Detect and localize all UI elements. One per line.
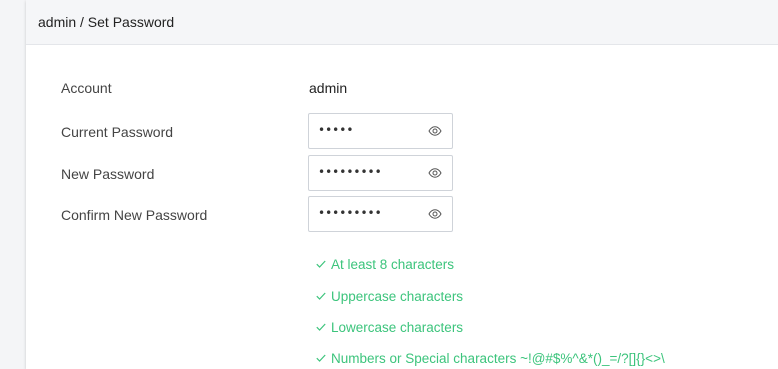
- rule-uppercase: Uppercase characters: [316, 289, 463, 304]
- current-password-field[interactable]: •••••: [308, 113, 453, 149]
- current-password-value: •••••: [318, 123, 354, 137]
- check-icon: [316, 292, 326, 300]
- confirm-password-label: Confirm New Password: [61, 207, 208, 223]
- new-password-label: New Password: [61, 166, 155, 182]
- check-icon: [316, 260, 326, 268]
- rule-text: Uppercase characters: [331, 289, 464, 304]
- check-icon: [316, 323, 326, 331]
- eye-icon[interactable]: [428, 168, 442, 178]
- eye-icon[interactable]: [428, 126, 442, 136]
- panel-header: admin / Set Password: [26, 0, 778, 45]
- set-password-panel: admin / Set Password Account admin Curre…: [26, 0, 778, 369]
- account-label: Account: [61, 80, 112, 96]
- breadcrumb: admin / Set Password: [38, 14, 175, 30]
- new-password-value: •••••••••: [318, 165, 382, 179]
- rule-min-length: At least 8 characters: [316, 257, 454, 272]
- confirm-password-field[interactable]: •••••••••: [308, 196, 453, 232]
- rule-numbers-special: Numbers or Special characters ~!@#$%^&*(…: [316, 351, 665, 366]
- eye-icon[interactable]: [428, 209, 442, 219]
- rule-lowercase: Lowercase characters: [316, 320, 463, 335]
- check-icon: [316, 354, 326, 362]
- rule-text: Lowercase characters: [331, 320, 464, 335]
- rule-text: At least 8 characters: [331, 257, 455, 272]
- new-password-field[interactable]: •••••••••: [308, 155, 453, 191]
- current-password-label: Current Password: [61, 124, 174, 140]
- account-value: admin: [309, 80, 348, 96]
- rule-text: Numbers or Special characters ~!@#$%^&*(…: [331, 351, 665, 366]
- confirm-password-value: •••••••••: [318, 206, 382, 220]
